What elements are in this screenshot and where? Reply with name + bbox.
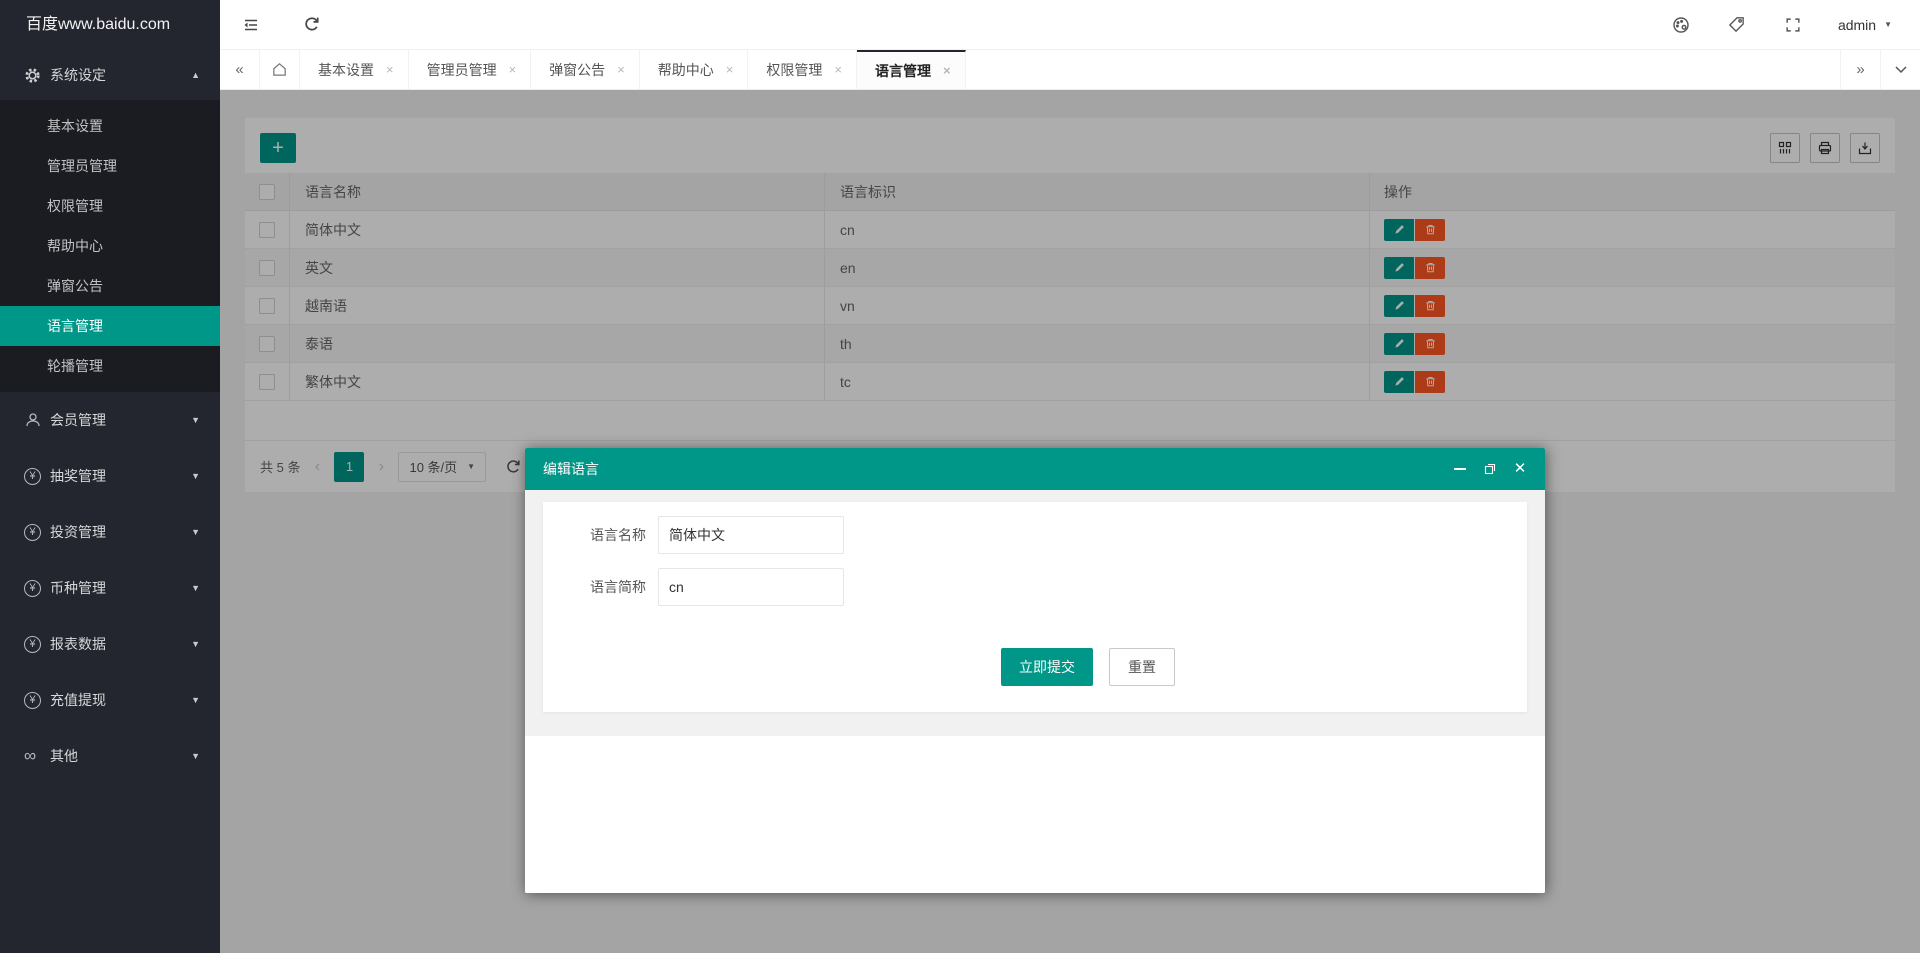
theme-palette-icon[interactable]: [1670, 14, 1692, 36]
chevron-down-icon: ▼: [191, 695, 200, 705]
sidebar-group-label: 报表数据: [50, 636, 106, 652]
language-name-label: 语言名称: [590, 527, 646, 543]
sidebar-group-label: 其他: [50, 748, 78, 764]
group-icon: ¥ ∞: [24, 523, 50, 541]
chevron-down-icon: ▼: [191, 583, 200, 593]
tab-item[interactable]: 管理员管理 ×: [408, 50, 532, 89]
chevron-up-icon: ▲: [191, 70, 200, 80]
sidebar-subitem[interactable]: 弹窗公告: [0, 266, 220, 306]
user-icon: [26, 413, 40, 427]
sidebar-submenu: 基本设置 管理员管理 权限管理 帮助中心 弹窗公告 语言管理 轮播管理: [0, 100, 220, 392]
sidebar-group-label: 币种管理: [50, 580, 106, 596]
chevron-down-icon: ▼: [191, 527, 200, 537]
yen-icon: ¥: [24, 579, 41, 597]
sidebar-item-label: 系统设定: [50, 67, 106, 83]
tabbar: « 基本设置 × 管理员管理 × 弹窗公告 × 帮助中心 × 权限管理 × 语言…: [220, 50, 1920, 90]
maximize-button[interactable]: [1483, 462, 1497, 476]
tab-label: 管理员管理: [426, 61, 497, 78]
sidebar-groups: ¥ ∞ 会员管理 ▼ ¥ ∞ 抽奖管理 ▼ ¥: [0, 392, 220, 784]
tabs-scroll-right-button[interactable]: »: [1840, 50, 1880, 89]
language-code-input[interactable]: [658, 568, 844, 606]
chevron-down-icon: ▼: [191, 471, 200, 481]
sidebar-subitem[interactable]: 语言管理: [0, 306, 220, 346]
submit-button[interactable]: 立即提交: [1001, 648, 1093, 686]
language-code-label: 语言简称: [590, 579, 646, 595]
collapse-menu-icon[interactable]: [240, 14, 262, 36]
sidebar-group-item[interactable]: ¥ ∞ 其他 ▼: [0, 728, 220, 784]
tab-close-icon[interactable]: ×: [617, 62, 625, 77]
sidebar-group-item[interactable]: ¥ ∞ 会员管理 ▼: [0, 392, 220, 448]
sidebar-subitem[interactable]: 帮助中心: [0, 226, 220, 266]
chevron-down-icon: ▼: [191, 751, 200, 761]
sidebar: 百度www.baidu.com 系统设定 ▲ 基本设置 管理员管理 权限管理 帮助中心…: [0, 0, 220, 953]
tab-label: 帮助中心: [657, 61, 714, 78]
sidebar-group-label: 会员管理: [50, 412, 106, 428]
group-icon: ¥ ∞: [24, 411, 50, 429]
sidebar-group-item[interactable]: ¥ ∞ 报表数据 ▼: [0, 616, 220, 672]
sidebar-subitem[interactable]: 轮播管理: [0, 346, 220, 386]
gear-icon: [24, 67, 50, 84]
refresh-icon[interactable]: [300, 14, 322, 36]
yen-icon: ¥: [24, 523, 41, 541]
chevron-down-icon: ▼: [191, 415, 200, 425]
dialog-body: 语言名称 语言简称 立即提交 重置: [525, 490, 1545, 893]
tab-close-icon[interactable]: ×: [834, 62, 842, 77]
sidebar-group-item[interactable]: ¥ ∞ 币种管理 ▼: [0, 560, 220, 616]
yen-icon: ¥: [24, 635, 41, 653]
tab-label: 权限管理: [766, 61, 823, 78]
tab-item[interactable]: 语言管理 ×: [856, 50, 966, 89]
tab-close-icon[interactable]: ×: [726, 62, 734, 77]
sidebar-group-label: 投资管理: [50, 524, 106, 540]
caret-down-icon: ▼: [1884, 20, 1892, 29]
tab-label: 弹窗公告: [549, 61, 606, 78]
yen-icon: ¥: [24, 467, 41, 485]
group-icon: ¥ ∞: [24, 635, 50, 653]
topbar: admin ▼: [220, 0, 1920, 50]
yen-icon: ¥: [24, 691, 41, 709]
tab-close-icon[interactable]: ×: [509, 62, 517, 77]
tabs-menu-button[interactable]: [1880, 50, 1920, 89]
sidebar-subitem[interactable]: 权限管理: [0, 186, 220, 226]
infinity-icon: ∞: [24, 746, 37, 765]
tabs-scroll-left-button[interactable]: «: [220, 50, 260, 89]
sidebar-group-item[interactable]: ¥ ∞ 充值提现 ▼: [0, 672, 220, 728]
app-root: 百度www.baidu.com 系统设定 ▲ 基本设置 管理员管理 权限管理 帮助中心…: [0, 0, 1920, 953]
sidebar-subitem[interactable]: 基本设置: [0, 106, 220, 146]
home-tab-button[interactable]: [260, 50, 300, 89]
username: admin: [1837, 16, 1877, 33]
group-icon: ¥ ∞: [24, 579, 50, 597]
tab-label: 语言管理: [874, 62, 931, 79]
minimize-button[interactable]: [1453, 462, 1467, 476]
sidebar-group-item[interactable]: ¥ ∞ 抽奖管理 ▼: [0, 448, 220, 504]
tab-item[interactable]: 基本设置 ×: [300, 50, 409, 89]
sidebar-group-label: 充值提现: [50, 692, 106, 708]
sidebar-subitem[interactable]: 管理员管理: [0, 146, 220, 186]
dialog-title: 编辑语言: [543, 461, 599, 477]
close-icon[interactable]: ✕: [1513, 461, 1527, 476]
sidebar-group-item[interactable]: ¥ ∞ 投资管理 ▼: [0, 504, 220, 560]
tag-icon[interactable]: [1726, 14, 1748, 36]
language-name-input[interactable]: [658, 516, 844, 554]
chevron-down-icon: ▼: [191, 639, 200, 649]
tab-label: 基本设置: [318, 61, 374, 78]
group-icon: ¥ ∞: [24, 691, 50, 709]
tab-list: 基本设置 × 管理员管理 × 弹窗公告 × 帮助中心 × 权限管理 × 语言管理…: [300, 50, 966, 89]
edit-language-dialog: 编辑语言 ✕ 语言名称 语言简称: [525, 448, 1545, 893]
sidebar-menu: 系统设定 ▲ 基本设置管理员管理权限管理帮助中心弹窗公告语言管理轮播管理 ¥ ∞…: [0, 50, 220, 784]
user-menu[interactable]: admin ▼: [1838, 17, 1892, 33]
tab-item[interactable]: 弹窗公告 ×: [531, 50, 640, 89]
app-logo: 百度www.baidu.com: [26, 16, 171, 33]
sidebar-group-label: 抽奖管理: [50, 468, 106, 484]
tab-item[interactable]: 帮助中心 ×: [639, 50, 749, 89]
tab-close-icon[interactable]: ×: [943, 63, 951, 78]
tab-item[interactable]: 权限管理 ×: [748, 50, 857, 89]
tab-close-icon[interactable]: ×: [386, 62, 394, 77]
group-icon: ¥ ∞: [24, 467, 50, 485]
group-icon: ¥ ∞: [24, 746, 50, 765]
edit-language-form: 语言名称 语言简称 立即提交 重置: [543, 502, 1527, 712]
reset-button[interactable]: 重置: [1109, 648, 1175, 686]
fullscreen-icon[interactable]: [1782, 14, 1804, 36]
sidebar-item-system-settings[interactable]: 系统设定 ▲: [0, 50, 220, 100]
dialog-titlebar[interactable]: 编辑语言 ✕: [525, 448, 1545, 490]
